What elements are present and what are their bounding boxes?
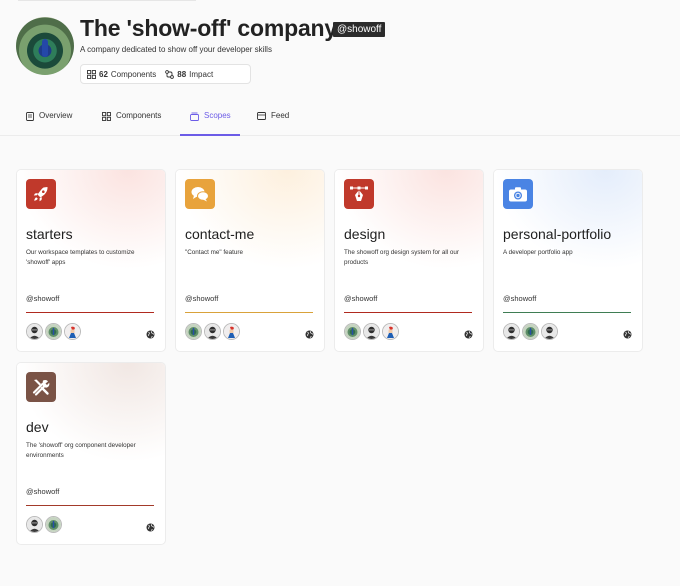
scope-owner[interactable]: @showoff — [26, 487, 59, 496]
contributor-avatar[interactable] — [382, 323, 399, 340]
components-label: Components — [110, 69, 157, 79]
contributor-avatar[interactable] — [223, 323, 240, 340]
scope-divider — [503, 312, 631, 313]
components-count: 62 — [99, 69, 108, 79]
scope-description: "Contact me" feature — [185, 249, 244, 256]
scope-owner[interactable]: @showoff — [185, 294, 218, 303]
contributor-avatar[interactable] — [344, 323, 361, 340]
camera-icon — [503, 179, 533, 209]
tab-overview[interactable]: Overview — [26, 111, 72, 136]
overview-icon — [26, 112, 34, 121]
scope-card-design[interactable]: design The showoff org design system for… — [334, 169, 484, 352]
feed-icon — [257, 112, 266, 120]
contributor-avatar[interactable] — [185, 323, 202, 340]
contributor-avatar[interactable] — [204, 323, 221, 340]
scope-description: Our workspace templates to customize 'sh… — [26, 249, 135, 266]
rocket-icon — [26, 179, 56, 209]
contributor-avatars — [344, 323, 401, 340]
tab-overview-label: Overview — [39, 111, 73, 120]
globe-icon — [146, 326, 155, 344]
impact-icon — [165, 69, 175, 79]
components-stat[interactable]: 62 Components — [87, 70, 156, 79]
org-description: A company dedicated to show off your dev… — [80, 45, 272, 54]
globe-icon — [146, 519, 155, 537]
scope-card-dev[interactable]: dev The 'showoff' org component develope… — [16, 362, 166, 545]
pen-tool-icon — [344, 179, 374, 209]
scope-card-personal-portfolio[interactable]: personal-portfolio A developer portfolio… — [493, 169, 643, 352]
scope-name[interactable]: starters — [26, 226, 73, 242]
tab-components-label: Components — [116, 111, 162, 120]
scope-owner[interactable]: @showoff — [26, 294, 59, 303]
contributor-avatar[interactable] — [541, 323, 558, 340]
contributor-avatar[interactable] — [45, 323, 62, 340]
org-avatar — [16, 17, 74, 75]
org-tabs: Overview Components Scopes Feed — [0, 102, 680, 136]
contributor-avatar[interactable] — [503, 323, 520, 340]
org-title: The 'show-off' company — [80, 15, 337, 41]
scope-name[interactable]: dev — [26, 419, 49, 435]
contributor-avatar[interactable] — [45, 516, 62, 533]
globe-icon — [305, 326, 314, 344]
contributor-avatar[interactable] — [522, 323, 539, 340]
contributor-avatar[interactable] — [26, 516, 43, 533]
scope-divider — [26, 312, 154, 313]
grid-icon — [102, 112, 111, 121]
scope-card-contact-me[interactable]: contact-me "Contact me" feature @showoff — [175, 169, 325, 352]
chat-bubbles-icon — [185, 179, 215, 209]
scope-name[interactable]: personal-portfolio — [503, 226, 611, 242]
grid-icon — [87, 69, 96, 79]
scope-description: The showoff org design system for all ou… — [344, 249, 460, 266]
contributor-avatar[interactable] — [363, 323, 380, 340]
scope-card-starters[interactable]: starters Our workspace templates to cust… — [16, 169, 166, 352]
contributor-avatars — [503, 323, 560, 340]
tab-feed[interactable]: Feed — [257, 111, 289, 136]
scope-description: A developer portfolio app — [503, 249, 573, 256]
contributor-avatars — [26, 516, 64, 533]
tab-scopes-label: Scopes — [204, 111, 231, 120]
tools-icon — [26, 372, 56, 402]
scope-divider — [344, 312, 472, 313]
scopes-icon — [190, 112, 199, 121]
impact-count: 88 — [177, 69, 187, 79]
scope-name[interactable]: contact-me — [185, 226, 254, 242]
scope-owner[interactable]: @showoff — [344, 294, 377, 303]
org-stats: 62 Components 88 Impact — [80, 64, 251, 84]
globe-icon — [623, 326, 632, 344]
contributor-avatar[interactable] — [64, 323, 81, 340]
scope-divider — [26, 505, 154, 506]
tab-feed-label: Feed — [271, 111, 290, 120]
top-divider — [18, 0, 196, 1]
impact-stat[interactable]: 88 Impact — [165, 70, 213, 79]
tab-components[interactable]: Components — [102, 111, 161, 136]
globe-icon — [464, 326, 473, 344]
org-header: The 'show-off' company @showoff A compan… — [16, 15, 680, 95]
org-handle-badge: @showoff — [333, 22, 386, 37]
scope-divider — [185, 312, 313, 313]
scope-owner[interactable]: @showoff — [503, 294, 536, 303]
contributor-avatars — [185, 323, 242, 340]
impact-label: Impact — [189, 69, 214, 79]
scope-name[interactable]: design — [344, 226, 385, 242]
scope-description: The 'showoff' org component developer en… — [26, 442, 136, 459]
contributor-avatar[interactable] — [26, 323, 43, 340]
contributor-avatars — [26, 323, 83, 340]
tab-scopes[interactable]: Scopes — [180, 111, 240, 136]
